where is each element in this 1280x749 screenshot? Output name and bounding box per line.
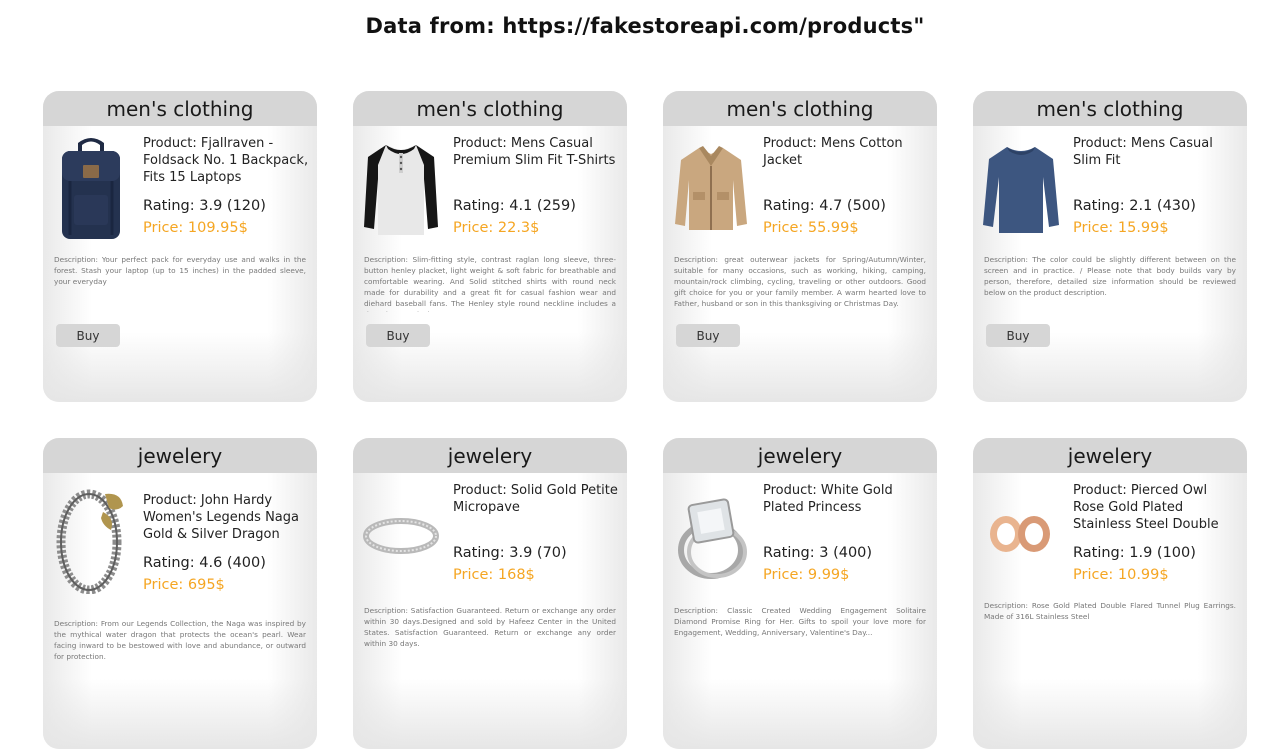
product-name: Product: John Hardy Women's Legends Naga…: [143, 493, 299, 542]
long-sleeve-shirt-image: [981, 133, 1061, 245]
product-name: Product: Mens Cotton Jacket: [763, 136, 903, 168]
product-price: Price: 55.99$: [763, 220, 859, 236]
product-card: jewelery Product: Solid Gold Petite Micr…: [353, 438, 627, 749]
product-rating: Rating: 3 (400): [763, 545, 873, 561]
product-description: Description: Rose Gold Plated Double Fla…: [984, 601, 1236, 621]
product-rating: Rating: 3.9 (120): [143, 198, 266, 214]
jacket-image: [671, 133, 751, 245]
product-description: Description: Slim-fitting style, contras…: [364, 255, 616, 312]
product-price: Price: 9.99$: [763, 567, 850, 583]
henley-shirt-image: [361, 133, 441, 245]
category-header: jewelery: [973, 438, 1247, 473]
category-header: jewelery: [353, 438, 627, 473]
product-rating: Rating: 4.6 (400): [143, 555, 266, 571]
product-card: jewelery Product: White Gold Plated Prin…: [663, 438, 937, 749]
princess-ring-image: [671, 480, 751, 592]
product-description: Description: Satisfaction Guaranteed. Re…: [364, 606, 616, 648]
product-rating: Rating: 3.9 (70): [453, 545, 567, 561]
buy-button[interactable]: Buy: [986, 324, 1050, 347]
product-info: Product: John Hardy Women's Legends Naga…: [143, 492, 311, 593]
product-card: jewelery Product: John Hardy Women's Leg…: [43, 438, 317, 749]
product-price: Price: 695$: [143, 577, 225, 593]
product-description: Description: The color could be slightly…: [984, 255, 1236, 297]
product-description: Description: Classic Created Wedding Eng…: [674, 606, 926, 637]
product-description: Description: From our Legends Collection…: [54, 619, 306, 661]
product-card: men's clothing Product: Mens Casual Prem…: [353, 91, 627, 402]
category-header: men's clothing: [353, 91, 627, 126]
product-info: Product: Solid Gold Petite Micropave Rat…: [453, 482, 621, 583]
product-card: men's clothing Product: Fjallraven - Fol…: [43, 91, 317, 402]
product-info: Product: Mens Cotton Jacket Rating: 4.7 …: [763, 135, 931, 236]
product-price: Price: 10.99$: [1073, 567, 1169, 583]
category-header: men's clothing: [663, 91, 937, 126]
product-rating: Rating: 4.1 (259): [453, 198, 576, 214]
category-header: men's clothing: [973, 91, 1247, 126]
product-price: Price: 109.95$: [143, 220, 248, 236]
product-price: Price: 15.99$: [1073, 220, 1169, 236]
buy-button[interactable]: Buy: [56, 324, 120, 347]
product-info: Product: Mens Casual Slim Fit Rating: 2.…: [1073, 135, 1241, 236]
product-name: Product: Mens Casual Premium Slim Fit T-…: [453, 136, 616, 168]
category-header: jewelery: [663, 438, 937, 473]
product-card: men's clothing Product: Mens Casual Slim…: [973, 91, 1247, 402]
dragon-bracelet-image: [51, 482, 131, 594]
backpack-image: [51, 133, 131, 245]
buy-button[interactable]: Buy: [366, 324, 430, 347]
product-card: jewelery Product: Pierced Owl Rose Gold …: [973, 438, 1247, 749]
product-rating: Rating: 2.1 (430): [1073, 198, 1196, 214]
product-name: Product: White Gold Plated Princess: [763, 483, 893, 515]
product-name: Product: Fjallraven - Foldsack No. 1 Bac…: [143, 136, 309, 185]
product-rating: Rating: 4.7 (500): [763, 198, 886, 214]
product-description: Description: Your perfect pack for every…: [54, 255, 306, 286]
product-info: Product: Mens Casual Premium Slim Fit T-…: [453, 135, 621, 236]
product-info: Product: Fjallraven - Foldsack No. 1 Bac…: [143, 135, 311, 236]
category-header: men's clothing: [43, 91, 317, 126]
product-rating: Rating: 1.9 (100): [1073, 545, 1196, 561]
product-name: Product: Solid Gold Petite Micropave: [453, 483, 618, 515]
category-header: jewelery: [43, 438, 317, 473]
product-price: Price: 22.3$: [453, 220, 540, 236]
page-title: Data from: https://fakestoreapi.com/prod…: [365, 14, 925, 38]
tunnel-plug-earrings-image: [981, 476, 1061, 588]
product-name: Product: Mens Casual Slim Fit: [1073, 136, 1213, 168]
product-name: Product: Pierced Owl Rose Gold Plated St…: [1073, 483, 1219, 532]
product-description: Description: great outerwear jackets for…: [674, 255, 926, 308]
product-info: Product: Pierced Owl Rose Gold Plated St…: [1073, 482, 1241, 583]
micropave-ring-image: [361, 480, 441, 592]
product-info: Product: White Gold Plated Princess Rati…: [763, 482, 931, 583]
buy-button[interactable]: Buy: [676, 324, 740, 347]
product-price: Price: 168$: [453, 567, 535, 583]
product-card: men's clothing Product: Mens Cotton Jack…: [663, 91, 937, 402]
